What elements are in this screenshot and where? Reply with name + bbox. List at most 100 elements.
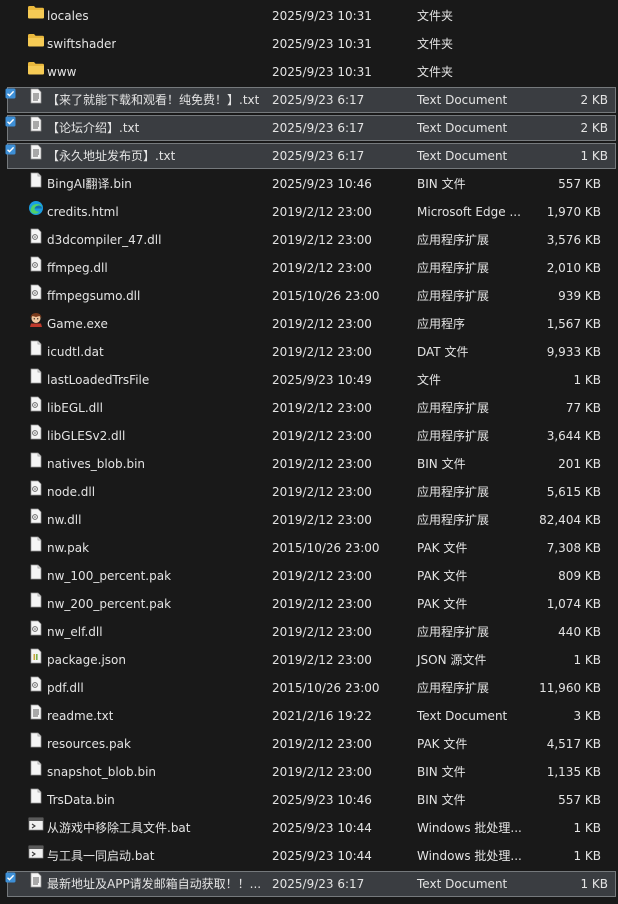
file-name: swiftshader (47, 37, 117, 51)
file-date-modified: 2019/2/12 23:00 (272, 597, 372, 611)
file-row[interactable]: icudtl.dat 2019/2/12 23:00 DAT 文件 9,933 KB (0, 339, 618, 365)
file-name: natives_blob.bin (47, 457, 146, 471)
file-type: PAK 文件 (417, 597, 468, 611)
file-row[interactable]: pdf.dll 2015/10/26 23:00 应用程序扩展 11,960 KB (0, 675, 618, 701)
file-row[interactable]: Game.exe 2019/2/12 23:00 应用程序 1,567 KB (0, 311, 618, 337)
file-name: libEGL.dll (47, 401, 103, 415)
file-row[interactable]: TrsData.bin 2025/9/23 10:46 BIN 文件 557 KB (0, 787, 618, 813)
file-row[interactable]: 【永久地址发布页】.txt 2025/9/23 6:17 Text Document… (5, 143, 616, 169)
file-type: 应用程序扩展 (417, 625, 490, 639)
file-row[interactable]: package.json 2019/2/12 23:00 JSON 源文件 1 KB (0, 647, 618, 673)
file-name: nw_200_percent.pak (47, 597, 172, 611)
file-row[interactable]: BingAI翻译.bin 2025/9/23 10:46 BIN 文件 557 KB (0, 171, 618, 197)
file-type: 文件夹 (417, 65, 454, 79)
file-date-modified: 2019/2/12 23:00 (272, 653, 372, 667)
file-icon (27, 732, 45, 748)
file-name: 与工具一同启动.bat (47, 849, 155, 863)
dll-icon (27, 508, 45, 524)
file-row[interactable]: nw_elf.dll 2019/2/12 23:00 应用程序扩展 440 KB (0, 619, 618, 645)
file-name: www (47, 65, 77, 79)
file-row[interactable]: natives_blob.bin 2019/2/12 23:00 BIN 文件 201… (0, 451, 618, 477)
file-date-modified: 2019/2/12 23:00 (272, 429, 372, 443)
file-date-modified: 2025/9/23 10:46 (272, 793, 372, 807)
file-row[interactable]: node.dll 2019/2/12 23:00 应用程序扩展 5,615 KB (0, 479, 618, 505)
file-row[interactable]: ffmpeg.dll 2019/2/12 23:00 应用程序扩展 2,010 KB (0, 255, 618, 281)
file-row[interactable]: nw_200_percent.pak 2019/2/12 23:00 PAK 文件 1… (0, 591, 618, 617)
file-name: icudtl.dat (47, 345, 104, 359)
file-row[interactable]: ffmpegsumo.dll 2015/10/26 23:00 应用程序扩展 939 … (0, 283, 618, 309)
file-row[interactable]: readme.txt 2021/2/16 19:22 Text Document 3 … (0, 703, 618, 729)
batch-icon (27, 816, 45, 832)
file-date-modified: 2019/2/12 23:00 (272, 513, 372, 527)
file-size: 1 KB (573, 653, 601, 667)
selection-checkbox[interactable] (5, 88, 16, 99)
selection-checkbox[interactable] (5, 144, 16, 155)
file-type: 应用程序扩展 (417, 261, 490, 275)
file-date-modified: 2019/2/12 23:00 (272, 737, 372, 751)
file-name: node.dll (47, 485, 96, 499)
file-row[interactable]: 与工具一同启动.bat 2025/9/23 10:44 Windows 批处理...… (0, 843, 618, 869)
file-icon (27, 340, 45, 356)
file-name: 【永久地址发布页】.txt (47, 149, 176, 163)
file-type: Text Document (417, 121, 508, 135)
file-date-modified: 2015/10/26 23:00 (272, 541, 380, 555)
file-type: 应用程序扩展 (417, 681, 490, 695)
dll-icon (27, 676, 45, 692)
dll-icon (27, 228, 45, 244)
file-type: 文件夹 (417, 37, 454, 51)
file-type: BIN 文件 (417, 793, 466, 807)
file-row[interactable]: www 2025/9/23 10:31 文件夹 (0, 59, 618, 85)
file-row[interactable]: nw_100_percent.pak 2019/2/12 23:00 PAK 文件 8… (0, 563, 618, 589)
file-row[interactable]: 【论坛介绍】.txt 2025/9/23 6:17 Text Document 2 K… (5, 115, 616, 141)
file-name: credits.html (47, 205, 119, 219)
file-name: 【来了就能下载和观看！纯免费！】.txt (47, 93, 260, 107)
file-row[interactable]: swiftshader 2025/9/23 10:31 文件夹 (0, 31, 618, 57)
file-size: 557 KB (558, 793, 601, 807)
file-date-modified: 2019/2/12 23:00 (272, 485, 372, 499)
file-size: 1 KB (580, 149, 608, 163)
file-row[interactable]: nw.dll 2019/2/12 23:00 应用程序扩展 82,404 KB (0, 507, 618, 533)
file-type: DAT 文件 (417, 345, 469, 359)
file-row[interactable]: libEGL.dll 2019/2/12 23:00 应用程序扩展 77 KB (0, 395, 618, 421)
file-name: ffmpegsumo.dll (47, 289, 141, 303)
batch-icon (27, 844, 45, 860)
file-row[interactable]: libGLESv2.dll 2019/2/12 23:00 应用程序扩展 3,644 … (0, 423, 618, 449)
file-name: nw_elf.dll (47, 625, 103, 639)
file-row[interactable]: lastLoadedTrsFile 2025/9/23 10:49 文件 1 KB (0, 367, 618, 393)
file-size: 2 KB (580, 121, 608, 135)
file-type: Microsoft Edge ... (417, 205, 521, 219)
file-type: 应用程序扩展 (417, 401, 490, 415)
file-row[interactable]: d3dcompiler_47.dll 2019/2/12 23:00 应用程序扩展 3… (0, 227, 618, 253)
file-row[interactable]: 从游戏中移除工具文件.bat 2025/9/23 10:44 Windows 批处理… (0, 815, 618, 841)
file-row[interactable]: resources.pak 2019/2/12 23:00 PAK 文件 4,517 … (0, 731, 618, 757)
file-date-modified: 2019/2/12 23:00 (272, 261, 372, 275)
file-type: 应用程序扩展 (417, 233, 490, 247)
file-row[interactable]: nw.pak 2015/10/26 23:00 PAK 文件 7,308 KB (0, 535, 618, 561)
file-date-modified: 2015/10/26 23:00 (272, 681, 380, 695)
file-date-modified: 2025/9/23 10:49 (272, 373, 372, 387)
file-date-modified: 2015/10/26 23:00 (272, 289, 380, 303)
file-name: nw_100_percent.pak (47, 569, 172, 583)
folder-icon (27, 32, 45, 48)
text-document-icon (27, 116, 45, 132)
file-size: 1,135 KB (546, 765, 601, 779)
folder-icon (27, 60, 45, 76)
file-date-modified: 2019/2/12 23:00 (272, 401, 372, 415)
file-name: ffmpeg.dll (47, 261, 108, 275)
file-row[interactable]: credits.html 2019/2/12 23:00 Microsoft Edg… (0, 199, 618, 225)
file-row[interactable]: 【来了就能下载和观看！纯免费！】.txt 2025/9/23 6:17 Text D… (5, 87, 616, 113)
dll-icon (27, 256, 45, 272)
file-date-modified: 2025/9/23 10:31 (272, 9, 372, 23)
dll-icon (27, 284, 45, 300)
file-row[interactable]: 最新地址及APP请发邮箱自动获取！！... 2025/9/23 6:17 Text … (5, 871, 616, 897)
file-name: locales (47, 9, 89, 23)
file-size: 2,010 KB (546, 261, 601, 275)
file-type: 应用程序扩展 (417, 485, 490, 499)
file-row[interactable]: locales 2025/9/23 10:31 文件夹 (0, 3, 618, 29)
selection-checkbox[interactable] (5, 116, 16, 127)
file-row[interactable]: snapshot_blob.bin 2019/2/12 23:00 BIN 文件 1,… (0, 759, 618, 785)
selection-checkbox[interactable] (5, 872, 16, 883)
file-type: JSON 源文件 (417, 653, 487, 667)
text-document-icon (27, 144, 45, 160)
file-date-modified: 2025/9/23 10:31 (272, 65, 372, 79)
